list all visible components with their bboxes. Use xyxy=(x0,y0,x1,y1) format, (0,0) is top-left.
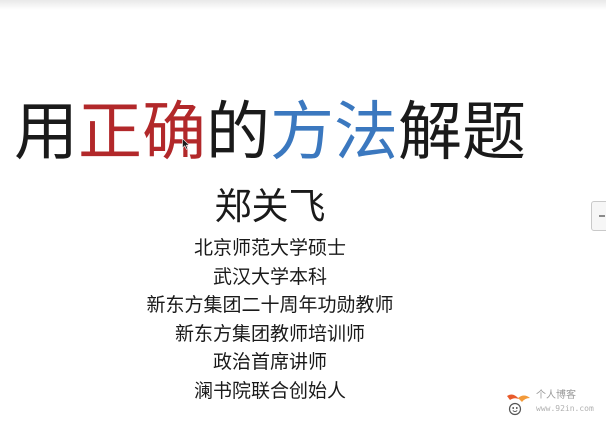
side-panel-tab[interactable] xyxy=(591,201,606,231)
credential-item: 北京师范大学硕士 xyxy=(193,237,346,259)
presenter-name: 郑关飞 xyxy=(214,185,326,228)
slide-title: 用正确的方法解题 xyxy=(0,95,540,171)
mouse-pointer-icon xyxy=(182,138,190,150)
title-part-1: 用 xyxy=(14,95,78,170)
blog-watermark: 个人博客 www.92in.com xyxy=(500,380,604,418)
title-part-3: 的 xyxy=(206,95,270,170)
title-part-5: 解题 xyxy=(398,95,526,170)
credential-item: 澜书院联合创始人 xyxy=(193,379,346,402)
side-panel-tab-icon xyxy=(599,215,605,217)
top-edge-shadow xyxy=(0,0,606,10)
watermark-title: 个人博客 xyxy=(536,390,576,401)
credential-item: 新东方集团教师培训师 xyxy=(174,322,365,345)
title-part-2-highlight-red: 正确 xyxy=(78,95,206,170)
presentation-slide: 用正确的方法解题 郑关飞 北京师范大学硕士 武汉大学本科 新东方集团二十周年功勋… xyxy=(0,0,606,421)
credential-item: 武汉大学本科 xyxy=(212,265,327,288)
credential-item: 新东方集团二十周年功勋教师 xyxy=(146,294,394,316)
title-part-4-highlight-blue: 方法 xyxy=(270,95,398,170)
blog-logo-icon xyxy=(507,394,530,416)
credentials-list: 北京师范大学硕士 武汉大学本科 新东方集团二十周年功勋教师 新东方集团教师培训师… xyxy=(70,234,470,405)
watermark-url: www.92in.com xyxy=(536,404,594,413)
credential-item: 政治首席讲师 xyxy=(212,351,327,373)
